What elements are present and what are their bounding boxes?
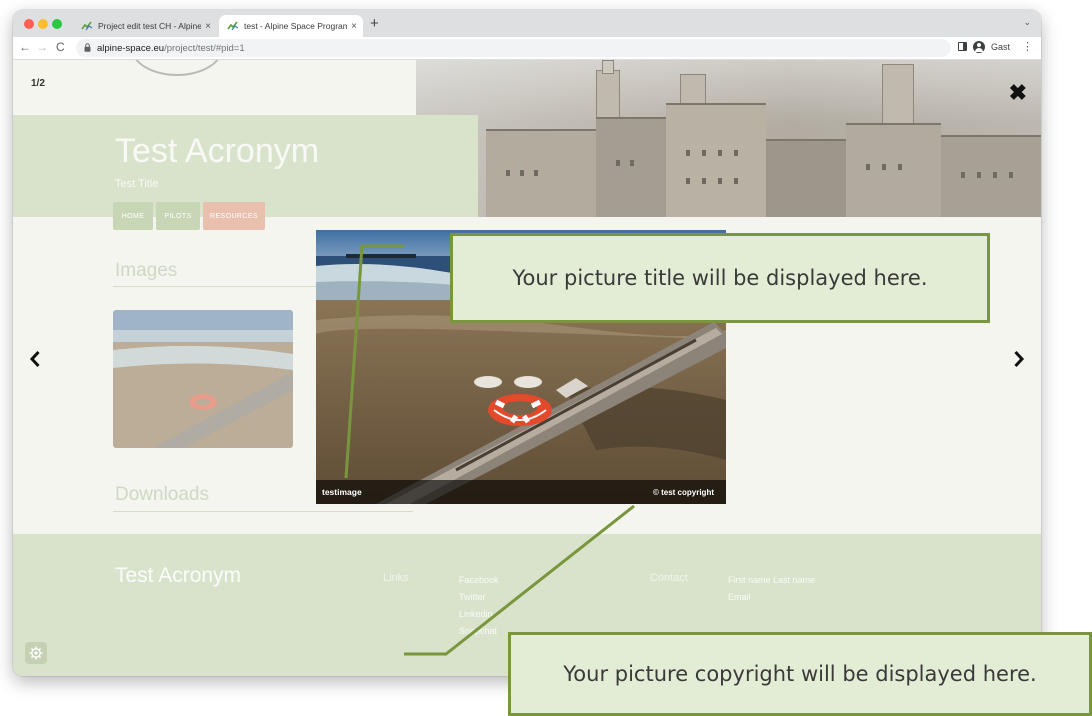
browser-window: Project edit test CH - Alpine Sp × test … xyxy=(13,10,1041,676)
nav-pilots[interactable]: PILOTS xyxy=(156,202,200,230)
reload-icon[interactable]: C xyxy=(56,40,65,54)
page-viewport: 1/2 Test Acronym Test Title HOME PILOTS … xyxy=(13,60,1041,676)
lock-icon xyxy=(84,42,91,54)
lightbox-counter: 1/2 xyxy=(31,78,45,89)
browser-tab-project-edit[interactable]: Project edit test CH - Alpine Sp × xyxy=(73,15,217,37)
footer-contact-list: First name Last name Email xyxy=(728,572,815,606)
back-arrow-icon[interactable]: ← xyxy=(19,40,31,54)
alpine-space-favicon xyxy=(81,21,93,31)
downloads-heading: Downloads xyxy=(115,484,209,505)
downloads-divider xyxy=(113,511,413,512)
screenshot-stage: Project edit test CH - Alpine Sp × test … xyxy=(0,0,1092,716)
footer-contact-email[interactable]: Email xyxy=(728,589,815,606)
tab-title: Project edit test CH - Alpine Sp xyxy=(98,21,202,31)
gear-icon xyxy=(29,646,43,660)
lightbox-close-icon[interactable]: ✖ xyxy=(1009,82,1027,104)
footer-links-list: Facebook Twitter Linkedin Snapchat xyxy=(459,572,499,640)
header-city-photo xyxy=(416,60,1041,217)
picture-copyright: © test copyright xyxy=(652,488,714,497)
title-annotation-text: Your picture title will be displayed her… xyxy=(512,266,928,290)
address-bar[interactable]: alpine-space.eu/project/test/#pid=1 xyxy=(76,39,951,57)
profile-avatar-icon[interactable] xyxy=(972,40,985,53)
footer-contact-heading: Contact xyxy=(650,572,688,584)
window-zoom-light[interactable] xyxy=(52,19,62,29)
project-title: Test Title xyxy=(115,178,159,190)
footer-link-facebook[interactable]: Facebook xyxy=(459,572,499,589)
nav-home[interactable]: HOME xyxy=(113,202,153,230)
tab-title: test - Alpine Space Programme xyxy=(244,21,348,31)
window-minimize-light[interactable] xyxy=(38,19,48,29)
footer-acronym: Test Acronym xyxy=(115,564,242,587)
tab-strip: Project edit test CH - Alpine Sp × test … xyxy=(13,10,1041,37)
image-thumbnail[interactable] xyxy=(113,310,293,448)
toolbar-right: Gast ⋮ xyxy=(957,40,1033,53)
url-host: alpine-space.eu xyxy=(97,42,165,54)
title-annotation-callout: Your picture title will be displayed her… xyxy=(450,233,990,323)
new-tab-button[interactable]: + xyxy=(370,15,379,32)
window-close-light[interactable] xyxy=(24,19,34,29)
tab-close-icon[interactable]: × xyxy=(351,21,357,32)
url-path: /project/test/#pid=1 xyxy=(164,42,245,54)
browser-tab-active[interactable]: test - Alpine Space Programme × xyxy=(219,15,363,37)
tab-close-icon[interactable]: × xyxy=(205,21,211,32)
nav-resources[interactable]: RESOURCES xyxy=(203,202,265,230)
picture-title: testimage xyxy=(322,487,362,497)
copyright-annotation-callout: Your picture copyright will be displayed… xyxy=(508,632,1092,716)
profile-label[interactable]: Gast xyxy=(991,42,1010,52)
footer-link-twitter[interactable]: Twitter xyxy=(459,589,499,606)
footer-links-heading: Links xyxy=(383,572,409,584)
copyright-annotation-text: Your picture copyright will be displayed… xyxy=(563,662,1037,686)
site-logo-seal xyxy=(131,60,223,76)
cookie-settings-button[interactable] xyxy=(25,642,47,664)
forward-arrow-icon[interactable]: → xyxy=(36,40,48,54)
chevron-left-icon[interactable] xyxy=(29,350,41,372)
alpine-space-favicon xyxy=(227,21,239,31)
footer-link-snapchat[interactable]: Snapchat xyxy=(459,623,499,640)
side-panel-icon[interactable] xyxy=(957,42,967,51)
footer-contact-name: First name Last name xyxy=(728,575,816,585)
images-heading: Images xyxy=(115,260,178,281)
browser-toolbar: ← → C alpine-space.eu/project/test/#pid=… xyxy=(13,37,1041,60)
footer-link-linkedin[interactable]: Linkedin xyxy=(459,606,499,623)
chevron-right-icon[interactable] xyxy=(1013,350,1025,372)
menu-dots-icon[interactable]: ⋮ xyxy=(1022,40,1033,53)
project-acronym: Test Acronym xyxy=(115,132,320,170)
tab-search-chevron-icon[interactable]: ⌄ xyxy=(1023,17,1031,28)
url-text: alpine-space.eu/project/test/#pid=1 xyxy=(97,43,245,54)
